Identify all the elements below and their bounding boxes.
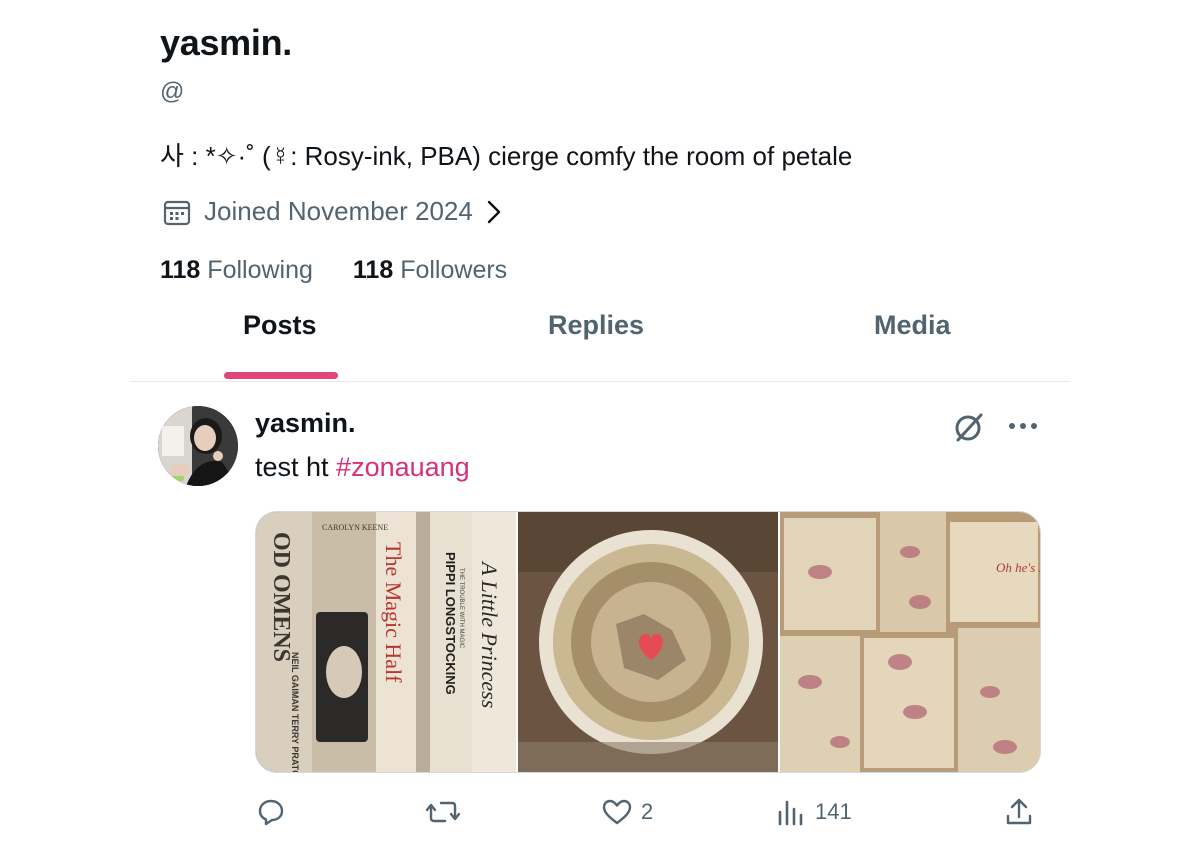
followers-count: 118 — [352, 256, 394, 284]
like-count: 2 — [641, 799, 654, 824]
handwritten-note: Oh he's Pink — [996, 560, 1040, 575]
chevron-right-icon — [485, 199, 503, 225]
post-text-body: test ht — [255, 452, 337, 482]
book-spine-pippi: PIPPI LONGSTOCKING — [443, 552, 458, 695]
media-image-coffee-cup[interactable] — [516, 512, 778, 772]
profile-display-name: yasmin. — [160, 22, 292, 63]
calendar-icon — [162, 197, 192, 227]
views-count: 141 — [815, 799, 852, 824]
followers-label: Followers — [400, 256, 508, 284]
more-icon[interactable] — [1006, 414, 1040, 443]
book-spine-carolyn-keene: CAROLYN KEENE — [322, 523, 388, 532]
media-image-books[interactable]: OD OMENS NEIL GAIMAN TERRY PRATCHETT CAR… — [256, 512, 516, 772]
post-text: test ht #zonauang — [255, 452, 470, 483]
joined-date-row[interactable]: Joined November 2024 — [162, 196, 503, 227]
followers-stat[interactable]: 118 Followers — [353, 256, 507, 285]
post-actions: 2 141 — [255, 796, 1045, 840]
book-spine-magic-half: The Magic Half — [381, 542, 406, 683]
reply-icon — [255, 796, 287, 828]
post-media[interactable]: OD OMENS NEIL GAIMAN TERRY PRATCHETT CAR… — [255, 511, 1041, 773]
post-author-name[interactable]: yasmin. — [255, 408, 356, 439]
following-stat[interactable]: 118 Following — [160, 256, 313, 285]
following-label: Following — [207, 256, 313, 284]
like-button[interactable]: 2 — [601, 796, 653, 828]
reply-button[interactable] — [255, 796, 295, 828]
profile-stats: 118 Following 118 Followers — [160, 256, 507, 285]
views-icon — [775, 796, 807, 828]
heart-icon — [601, 796, 633, 828]
book-spine-little-princess: A Little Princess — [477, 560, 502, 708]
following-count: 118 — [160, 256, 201, 284]
views-button[interactable]: 141 — [775, 796, 852, 828]
share-button[interactable] — [1003, 796, 1035, 828]
tab-replies[interactable]: Replies — [548, 310, 644, 341]
grok-icon[interactable] — [952, 410, 986, 449]
book-spine-trouble-magic: THE TROUBLE WITH MAGIC — [458, 568, 464, 649]
tab-posts[interactable]: Posts — [243, 310, 317, 341]
joined-date-text: Joined November 2024 — [204, 196, 473, 226]
tab-media[interactable]: Media — [874, 310, 951, 341]
profile-bio: 사 : *✧·˚ (☿: Rosy-ink, PBA) cierge comfy… — [160, 141, 853, 171]
media-image-lipstick-pages[interactable]: Oh he's Pink — [778, 512, 1040, 772]
hashtag-link[interactable]: #zonauang — [336, 452, 470, 482]
avatar[interactable] — [158, 406, 238, 486]
active-tab-indicator — [224, 372, 338, 379]
repost-icon — [425, 796, 461, 828]
share-icon — [1003, 796, 1035, 828]
repost-button[interactable] — [425, 796, 469, 828]
book-spine-good-omens: OD OMENS — [268, 532, 294, 662]
profile-tabs: Posts Replies Media — [130, 296, 1070, 382]
profile-handle[interactable]: @ — [160, 78, 184, 106]
book-spine-authors: NEIL GAIMAN TERRY PRATCHETT — [290, 652, 300, 772]
